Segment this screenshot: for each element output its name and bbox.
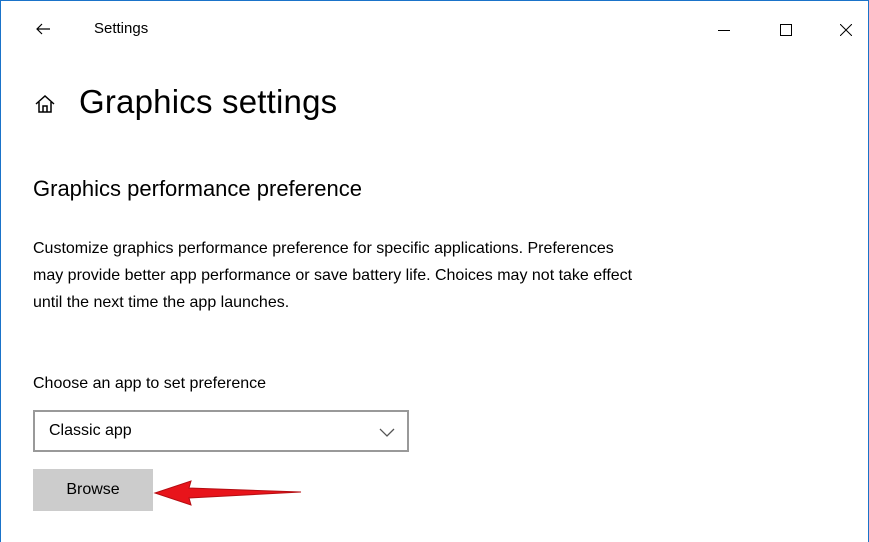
red-arrow-annotation	[153, 480, 302, 506]
settings-window: Settings Graphics settings Graphics perf…	[0, 0, 869, 542]
app-type-dropdown[interactable]: Classic app	[33, 410, 409, 452]
browse-button[interactable]: Browse	[33, 469, 153, 511]
home-icon[interactable]	[34, 93, 56, 115]
choose-app-label: Choose an app to set preference	[33, 375, 267, 392]
chevron-down-icon	[379, 428, 395, 437]
title-bar: Settings	[1, 1, 868, 59]
maximize-button[interactable]	[763, 1, 809, 59]
arrow-left-icon	[36, 23, 50, 35]
dropdown-selected-value: Classic app	[49, 422, 132, 439]
app-title: Settings	[94, 20, 149, 37]
minimize-icon	[718, 30, 730, 31]
minimize-button[interactable]	[701, 1, 747, 59]
page-title: Graphics settings	[79, 83, 338, 120]
description-text: Customize graphics performance preferenc…	[33, 240, 633, 311]
close-icon	[840, 24, 852, 36]
section-title: Graphics performance preference	[33, 176, 362, 201]
back-button[interactable]	[23, 11, 63, 47]
maximize-icon	[780, 24, 792, 36]
close-button[interactable]	[823, 1, 869, 59]
